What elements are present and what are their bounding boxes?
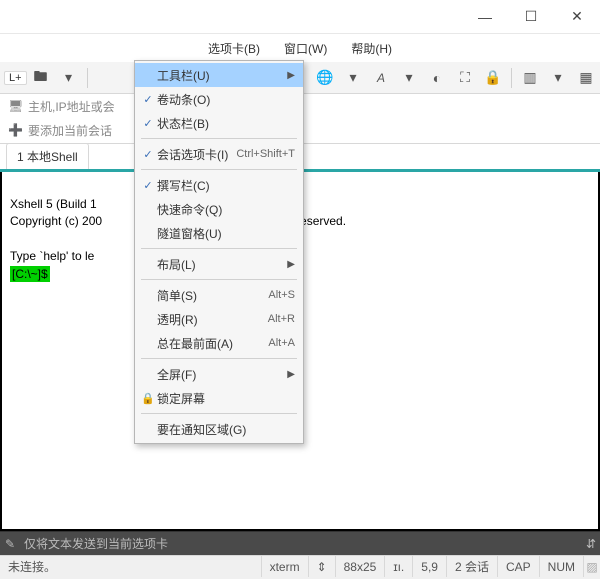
menu-item-label: 快速命令(Q) — [157, 201, 295, 218]
open-icon[interactable]: 🖿 — [29, 66, 53, 90]
close-button[interactable]: ✕ — [554, 0, 600, 34]
status-cursor: 5,9 — [413, 556, 447, 577]
menu-item-label: 卷动条(O) — [157, 91, 295, 108]
menu-session-tabs-item[interactable]: ✓ 会话选项卡(I) Ctrl+Shift+T — [135, 142, 303, 166]
menu-simple-item[interactable]: 简单(S) Alt+S — [135, 283, 303, 307]
send-mode-icon[interactable]: ✎ — [0, 537, 20, 551]
terminal-line: Type `help' to le — [10, 249, 94, 263]
menu-statusbar-item[interactable]: ✓ 状态栏(B) — [135, 111, 303, 135]
separator — [87, 68, 88, 88]
menu-item-label: 锁定屏幕 — [157, 390, 295, 407]
menu-transparent-item[interactable]: 透明(R) Alt+R — [135, 307, 303, 331]
resize-grip-icon[interactable]: ▨ — [584, 560, 600, 574]
menu-item-label: 简单(S) — [157, 287, 268, 304]
status-sessions: 2 会话 — [447, 556, 498, 577]
menu-fullscreen-item[interactable]: 全屏(F) ▶ — [135, 362, 303, 386]
menu-layout-item[interactable]: 布局(L) ▶ — [135, 252, 303, 276]
menu-separator — [141, 138, 297, 139]
menu-item-label: 总在最前面(A) — [157, 335, 268, 352]
submenu-arrow-icon: ▶ — [285, 70, 295, 81]
add-session-icon: ➕ — [8, 123, 22, 137]
terminal-line: Xshell 5 (Build 1 — [10, 197, 97, 211]
view-submenu: 工具栏(U) ▶ ✓ 卷动条(O) ✓ 状态栏(B) ✓ 会话选项卡(I) Ct… — [134, 60, 304, 444]
menu-item-label: 隧道窗格(U) — [157, 225, 295, 242]
submenu-arrow-icon: ▶ — [285, 369, 295, 380]
cascade-icon[interactable]: ▥ — [518, 66, 542, 90]
font-icon[interactable]: A — [369, 66, 393, 90]
new-session-button[interactable]: L+ — [4, 71, 27, 85]
scroll-toggle-icon[interactable]: ⇵ — [582, 537, 600, 551]
host-icon: 🖥 — [8, 99, 22, 113]
host-input-placeholder[interactable]: 主机,IP地址或会 — [28, 98, 115, 115]
menu-bar: 选项卡(B) 窗口(W) 帮助(H) — [0, 34, 600, 62]
menu-notify-item[interactable]: 要在通知区域(G) — [135, 417, 303, 441]
tab-label: 1 本地Shell — [17, 150, 78, 164]
menu-item-label: 会话选项卡(I) — [157, 146, 236, 163]
menu-separator — [141, 279, 297, 280]
dropdown-icon[interactable]: ▾ — [57, 66, 81, 90]
menu-separator — [141, 248, 297, 249]
dropdown-icon[interactable]: ▾ — [546, 66, 570, 90]
menu-item-label: 全屏(F) — [157, 366, 285, 383]
menu-item-label: 工具栏(U) — [157, 67, 285, 84]
status-li: ɪı. — [385, 556, 413, 577]
menu-help[interactable]: 帮助(H) — [345, 38, 398, 59]
theme-icon[interactable]: ◐ — [425, 66, 449, 90]
status-term-type: xterm — [262, 556, 309, 577]
lock-icon: 🔒 — [139, 392, 157, 405]
menu-item-label: 撰写栏(C) — [157, 177, 295, 194]
dropdown-icon[interactable]: ▾ — [397, 66, 421, 90]
menu-window[interactable]: 窗口(W) — [278, 38, 333, 59]
status-size: 88x25 — [336, 556, 386, 577]
menu-separator — [141, 169, 297, 170]
globe-icon[interactable]: 🌐 — [313, 66, 337, 90]
menu-lock-item[interactable]: 🔒 锁定屏幕 — [135, 386, 303, 410]
menu-item-accel: Ctrl+Shift+T — [236, 148, 295, 160]
menu-item-accel: Alt+R — [268, 313, 295, 325]
tile-icon[interactable]: ▦ — [574, 66, 598, 90]
menu-quickcmd-item[interactable]: 快速命令(Q) — [135, 197, 303, 221]
menu-item-label: 布局(L) — [157, 256, 285, 273]
terminal-line: Copyright (c) 200 — [10, 214, 102, 228]
minimize-button[interactable]: — — [462, 0, 508, 34]
menu-toolbar-item[interactable]: 工具栏(U) ▶ — [135, 63, 303, 87]
menu-item-accel: Alt+S — [268, 289, 295, 301]
send-mode-text[interactable]: 仅将文本发送到当前选项卡 — [20, 535, 582, 552]
tab-local-shell[interactable]: 1 本地Shell — [6, 143, 89, 169]
add-current-session[interactable]: 要添加当前会话 — [28, 122, 112, 139]
menu-item-label: 要在通知区域(G) — [157, 421, 295, 438]
menu-separator — [141, 413, 297, 414]
status-num: NUM — [540, 556, 584, 577]
status-bar: 未连接。 xterm ⇕ 88x25 ɪı. 5,9 2 会话 CAP NUM … — [0, 555, 600, 577]
terminal-prompt: [C:\~]$ — [10, 266, 50, 282]
maximize-button[interactable]: ☐ — [508, 0, 554, 34]
menu-compose-item[interactable]: ✓ 撰写栏(C) — [135, 173, 303, 197]
dropdown-icon[interactable]: ▾ — [341, 66, 365, 90]
menu-item-accel: Alt+A — [268, 337, 295, 349]
menu-separator — [141, 358, 297, 359]
status-connection: 未连接。 — [0, 556, 262, 577]
menu-always-top-item[interactable]: 总在最前面(A) Alt+A — [135, 331, 303, 355]
lock-icon[interactable]: 🔒 — [481, 66, 505, 90]
menu-item-label: 状态栏(B) — [157, 115, 295, 132]
menu-tunnel-item[interactable]: 隧道窗格(U) — [135, 221, 303, 245]
status-arrows-icon: ⇕ — [309, 556, 336, 577]
submenu-arrow-icon: ▶ — [285, 259, 295, 270]
title-bar: — ☐ ✕ — [0, 0, 600, 34]
separator — [511, 68, 512, 88]
menu-tabs[interactable]: 选项卡(B) — [202, 38, 266, 59]
check-icon: ✓ — [139, 148, 157, 161]
check-icon: ✓ — [139, 93, 157, 106]
fullscreen-icon[interactable]: ⛶ — [453, 66, 477, 90]
status-cap: CAP — [498, 556, 540, 577]
check-icon: ✓ — [139, 179, 157, 192]
menu-item-label: 透明(R) — [157, 311, 268, 328]
check-icon: ✓ — [139, 117, 157, 130]
menu-scrollbar-item[interactable]: ✓ 卷动条(O) — [135, 87, 303, 111]
compose-bar: ✎ 仅将文本发送到当前选项卡 ⇵ — [0, 531, 600, 555]
